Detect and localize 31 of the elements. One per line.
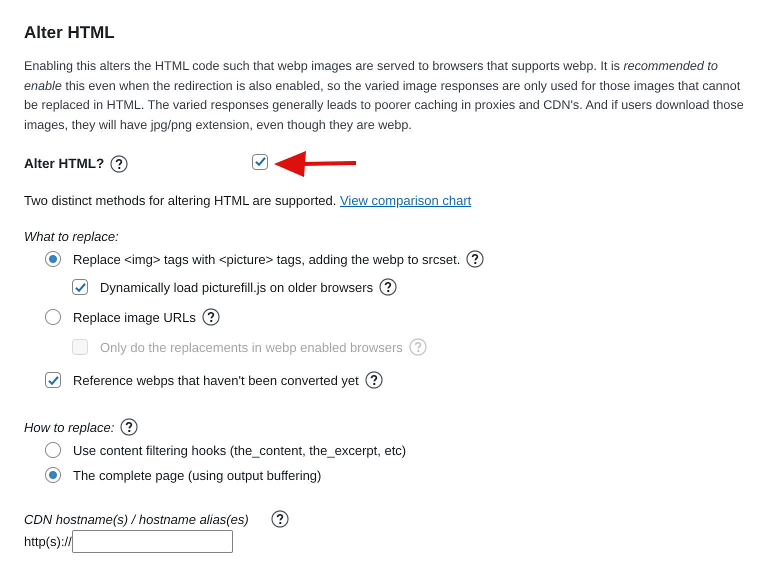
checkbox[interactable] xyxy=(252,154,268,170)
help-icon[interactable] xyxy=(120,418,138,436)
checkbox[interactable] xyxy=(72,279,88,296)
info-text: Two distinct methods for altering HTML are supported. View comparison chart xyxy=(24,192,472,210)
description-paragraph: Enabling this alters the HTML code such that webp images are served to browsers that supports webp. It is recommended to enable this even when the redirection is also enabled, so the varied image responses are only used for those images that cannot be replaced in HTML. The varied responses generally leads to poorer caching in proxies and CDN's. And if users download those images, they will have jpg/png extension, even though they are webp. xyxy=(24,58,745,134)
comparison-link[interactable]: View comparison chart xyxy=(340,193,472,208)
option-label: Reference webps that haven't been converted yet xyxy=(73,372,359,390)
radio-button[interactable] xyxy=(45,309,61,326)
hostname-input[interactable] xyxy=(72,530,233,553)
help-icon[interactable] xyxy=(379,278,398,296)
checkbox[interactable] xyxy=(45,372,61,388)
setting-label: Alter HTML? xyxy=(24,155,104,174)
help-icon[interactable] xyxy=(202,308,220,326)
help-icon[interactable] xyxy=(270,510,289,528)
section-title: Alter HTML xyxy=(24,22,116,44)
url-prefix: http(s):// xyxy=(24,532,72,551)
group-label: What to replace: xyxy=(24,228,119,246)
group-label: How to replace: xyxy=(24,418,114,437)
radio-button[interactable] xyxy=(45,251,61,268)
help-icon[interactable] xyxy=(466,250,484,268)
option-label: Dynamically load picturefill.js on older browsers xyxy=(100,278,374,297)
option-label: Replace image URLs xyxy=(73,308,196,327)
help-icon[interactable] xyxy=(110,155,128,174)
option-label: Replace <img> tags with <picture> tags, adding the webp to srcset. xyxy=(73,250,460,269)
option-label: The complete page (using output buffering) xyxy=(73,466,322,485)
option-label: Only do the replacements in webp enabled browsers xyxy=(100,338,403,357)
radio-button[interactable] xyxy=(45,442,61,458)
option-label: Use content filtering hooks (the_content, the_excerpt, etc) xyxy=(73,442,406,460)
radio-button[interactable] xyxy=(45,467,61,484)
field-label: CDN hostname(s) / hostname alias(es) xyxy=(24,510,249,529)
help-icon[interactable] xyxy=(364,371,383,390)
